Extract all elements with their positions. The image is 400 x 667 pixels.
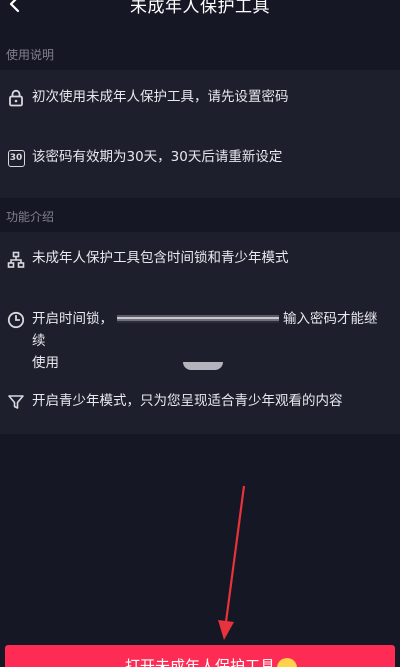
list-item-text: 该密码有效期为30天，30天后请重新设定 [32,149,283,165]
list-item-youth-mode: 开启青少年模式，只为您呈现适合青少年观看的内容 [0,390,400,416]
emoji-icon [277,658,297,667]
calendar-30-icon: 30 [6,148,26,168]
hierarchy-icon [6,250,26,270]
nav-bar: 未成年人保护工具 [0,0,400,22]
calendar-30-icon-label: 30 [7,149,25,167]
section-label-features: 功能介绍 [6,210,55,224]
image-artifact [183,362,223,370]
filter-icon [6,392,26,412]
list-item-time-lock: 开启时间锁， 输入密码才能继续 使用 [0,308,400,371]
time-lock-text-line2: 使用 [32,355,59,371]
list-item-text: 未成年人保护工具包含时间锁和青少年模式 [32,250,289,266]
back-button[interactable] [2,0,28,22]
list-item-set-password: 初次使用未成年人保护工具，请先设置密码 [0,86,400,112]
list-item-tools-include: 未成年人保护工具包含时间锁和青少年模式 [0,247,400,273]
clock-icon [6,310,26,330]
time-lock-text-start: 开启时间锁， [32,311,113,327]
lock-icon [6,88,26,108]
button-label: 打开未成年人保护工具 [124,657,275,667]
redacted-region [117,315,279,323]
screen: 未成年人保护工具 使用说明 初次使用未成年人保护工具，请先设置密码 30 该密码… [0,0,400,667]
chevron-left-icon [9,0,20,13]
list-item-text: 开启青少年模式，只为您呈现适合青少年观看的内容 [32,393,343,409]
section-label-usage: 使用说明 [6,48,55,62]
list-item-text: 初次使用未成年人保护工具，请先设置密码 [32,89,289,105]
page-title: 未成年人保护工具 [130,0,270,17]
list-item-password-validity: 30 该密码有效期为30天，30天后请重新设定 [0,146,400,172]
open-protection-tool-button[interactable]: 打开未成年人保护工具 [5,645,395,667]
